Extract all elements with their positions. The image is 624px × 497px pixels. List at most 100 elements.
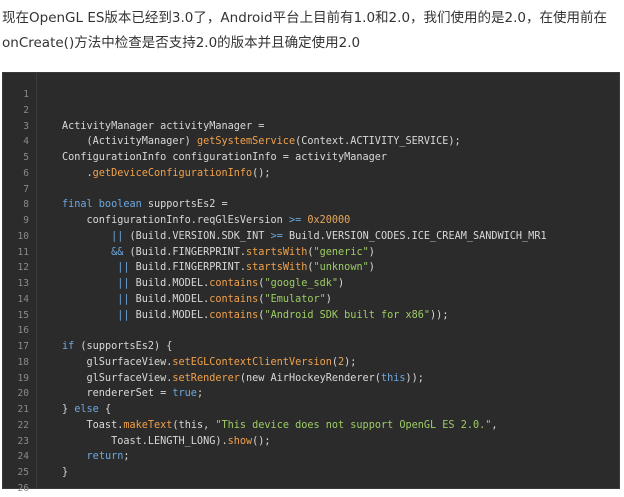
- code-token: getDeviceConfigurationInfo: [92, 167, 253, 179]
- code-token: Build.MODEL.: [129, 278, 210, 289]
- code-token: glSurfaceView.: [62, 356, 173, 368]
- code-text: final boolean supportsEs2 =: [62, 197, 228, 213]
- code-token: &&: [111, 246, 124, 258]
- code-text: .getDeviceConfigurationInfo();: [62, 166, 271, 182]
- code-token: ();: [252, 435, 271, 447]
- code-token: Build.MODEL.: [129, 293, 210, 305]
- code-line: 8 final boolean supportsEs2 =: [3, 197, 619, 213]
- code-line: 26: [3, 481, 619, 497]
- line-number: 4: [23, 136, 29, 148]
- code-token: ||: [117, 262, 130, 274]
- line-number: 3: [23, 120, 29, 132]
- code-text: Toast.LENGTH_LONG).show();: [62, 434, 271, 450]
- code-line: 23 Toast.LENGTH_LONG).show();: [3, 434, 619, 450]
- code-token: ActivityManager activityManager =: [62, 120, 265, 132]
- line-number: 14: [17, 293, 29, 305]
- code-line: 21} else {: [3, 402, 619, 418]
- code-line: 11 && (Build.FINGERPRINT.startsWith("gen…: [3, 245, 619, 261]
- code-line: 7: [3, 182, 619, 198]
- line-number: 15: [17, 309, 29, 321]
- code-token: (Context.ACTIVITY_SERVICE);: [295, 136, 461, 148]
- code-token: }: [62, 467, 69, 478]
- line-number: 20: [17, 388, 29, 400]
- code-token: );: [344, 356, 357, 368]
- code-token: setEGLContextClientVersion: [172, 356, 332, 368]
- line-number: 21: [17, 404, 29, 415]
- code-token: Build.FINGERPRINT.: [129, 262, 247, 274]
- code-token: contains: [209, 293, 259, 305]
- code-token: >=: [288, 215, 302, 226]
- code-token: ;: [123, 451, 130, 463]
- code-line: 4 (ActivityManager) getSystemService(Con…: [3, 134, 619, 150]
- code-token: contains: [209, 278, 259, 289]
- code-token: startsWith: [246, 246, 308, 258]
- code-line: 19 glSurfaceView.setRenderer(new AirHock…: [3, 371, 619, 387]
- code-token: {: [98, 404, 112, 415]
- code-token: 0x20000: [307, 215, 351, 226]
- code-token: configurationInfo.reqGlEsVersion: [62, 215, 289, 226]
- code-token: ConfigurationInfo configurationInfo = ac…: [62, 152, 388, 163]
- line-number: 6: [23, 167, 29, 179]
- code-line: 18 glSurfaceView.setEGLContextClientVers…: [3, 355, 619, 371]
- code-line: 10 || (Build.VERSION.SDK_INT >= Build.VE…: [3, 229, 619, 245]
- code-text: || Build.MODEL.contains("Android SDK bui…: [62, 308, 448, 324]
- line-number: 16: [17, 325, 29, 337]
- code-token: ,: [491, 419, 498, 431]
- code-line: 24 return;: [3, 449, 619, 465]
- code-text: || Build.FINGERPRINT.startsWith("unknown…: [62, 260, 375, 276]
- code-text: }: [62, 465, 68, 481]
- code-token: makeText: [123, 419, 173, 431]
- code-token: ();: [252, 167, 271, 179]
- code-token: }: [62, 404, 75, 415]
- code-line: 13 || Build.MODEL.contains("google_sdk"): [3, 276, 619, 292]
- code-token: ));: [405, 372, 424, 384]
- line-number: 23: [17, 435, 29, 447]
- line-number: 7: [23, 183, 29, 195]
- code-line: 3 ActivityManager activityManager =: [3, 119, 619, 135]
- code-line: 17 if (supportsEs2) {: [3, 339, 619, 355]
- line-number: 22: [17, 419, 29, 431]
- code-token: Build.MODEL.: [129, 309, 210, 321]
- code-line: 20 rendererSet = true;: [3, 386, 619, 402]
- code-token: (Build.FINGERPRINT.: [123, 246, 247, 258]
- code-token: getSystemService: [196, 136, 296, 148]
- code-lines: 1 2 3 ActivityManager activityManager = 4 (A…: [3, 87, 619, 497]
- code-token: ||: [111, 230, 124, 242]
- line-number: 13: [17, 278, 29, 289]
- code-token: .: [62, 167, 93, 179]
- line-number: 1: [23, 89, 29, 100]
- code-text: glSurfaceView.setEGLContextClientVersion…: [62, 355, 357, 371]
- code-token: (this,: [172, 419, 216, 431]
- code-token: "This device does not support OpenGL ES …: [215, 419, 492, 431]
- code-token: "unknown": [313, 262, 369, 274]
- code-token: Toast.LENGTH_LONG).: [62, 435, 228, 447]
- code-line: 6 .getDeviceConfigurationInfo();: [3, 166, 619, 182]
- code-token: (ActivityManager): [62, 136, 197, 148]
- code-text: ActivityManager activityManager =: [62, 119, 264, 135]
- code-token: ;: [196, 388, 204, 400]
- code-line: 9 configurationInfo.reqGlEsVersion >= 0x…: [3, 213, 619, 229]
- code-token: rendererSet =: [62, 388, 173, 400]
- line-number: 17: [17, 341, 29, 352]
- code-token: ): [338, 278, 345, 289]
- code-token: ||: [117, 293, 130, 305]
- line-number: 12: [17, 262, 29, 274]
- line-number: 9: [23, 215, 29, 226]
- code-token: return: [86, 451, 124, 463]
- line-number: 18: [17, 356, 29, 368]
- code-text: Toast.makeText(this, "This device does n…: [62, 418, 498, 434]
- code-token: "google_sdk": [264, 278, 339, 289]
- code-token: show: [227, 435, 253, 447]
- code-token: this: [380, 372, 406, 384]
- code-block: 1 2 3 ActivityManager activityManager = 4 (A…: [2, 72, 620, 494]
- code-token: "Android SDK built for x86": [264, 309, 431, 321]
- code-token: contains: [209, 309, 259, 321]
- code-token: ||: [117, 309, 130, 321]
- code-token: (new AirHockeyRenderer(: [239, 372, 381, 384]
- code-token: final boolean: [62, 199, 142, 211]
- code-token: setRenderer: [172, 372, 240, 384]
